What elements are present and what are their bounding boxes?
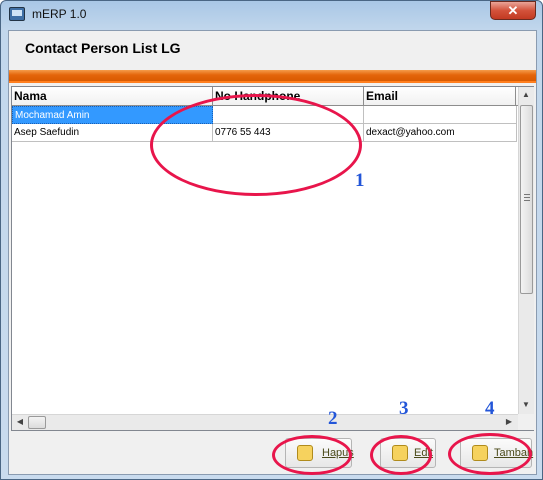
scroll-corner xyxy=(518,414,534,430)
title-bar[interactable]: mERP 1.0 xyxy=(1,1,542,29)
close-icon: ✕ xyxy=(507,3,519,18)
annotation-number-1: 1 xyxy=(355,170,365,191)
column-header-nama[interactable]: Nama xyxy=(12,87,213,106)
cell-email[interactable] xyxy=(364,106,517,124)
window-title: mERP 1.0 xyxy=(32,7,87,21)
cell-email[interactable]: dexact@yahoo.com xyxy=(364,124,517,142)
annotation-ellipse-4 xyxy=(448,433,532,475)
scroll-left-icon[interactable]: ◀ xyxy=(13,417,27,426)
vertical-scrollbar[interactable]: ▲ ▼ xyxy=(518,87,534,414)
scroll-down-icon[interactable]: ▼ xyxy=(519,400,533,409)
annotation-ellipse-3 xyxy=(370,435,432,475)
vertical-scroll-thumb[interactable] xyxy=(520,105,533,294)
column-header-email[interactable]: Email xyxy=(364,87,516,106)
app-window: mERP 1.0 ✕ Contact Person List LG Nama N… xyxy=(0,0,543,480)
annotation-number-4: 4 xyxy=(485,398,495,419)
annotation-ellipse-1 xyxy=(150,94,362,196)
header-panel: Contact Person List LG xyxy=(9,31,536,70)
horizontal-scroll-thumb[interactable] xyxy=(28,416,46,429)
accent-bar xyxy=(9,70,536,83)
annotation-number-2: 2 xyxy=(328,408,338,429)
close-button[interactable]: ✕ xyxy=(490,1,536,20)
page-title: Contact Person List LG xyxy=(25,40,181,56)
annotation-ellipse-2 xyxy=(272,435,352,475)
horizontal-scrollbar[interactable]: ◀ ▶ xyxy=(12,414,518,430)
annotation-number-3: 3 xyxy=(399,398,409,419)
app-icon xyxy=(9,7,25,21)
scroll-right-icon[interactable]: ▶ xyxy=(502,417,516,426)
scroll-up-icon[interactable]: ▲ xyxy=(519,90,533,99)
